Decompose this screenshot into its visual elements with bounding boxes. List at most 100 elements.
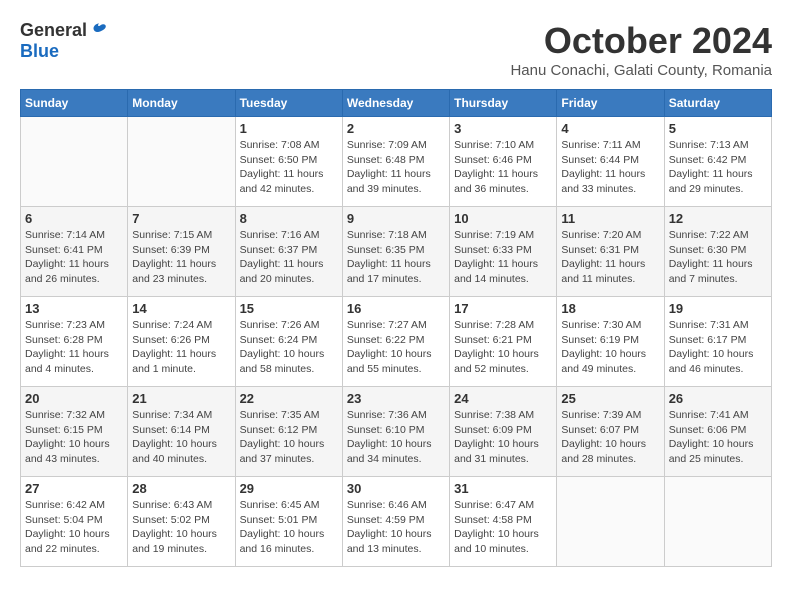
day-number: 28 [132,481,230,496]
day-number: 22 [240,391,338,406]
calendar-cell: 10Sunrise: 7:19 AMSunset: 6:33 PMDayligh… [450,207,557,297]
day-info: Sunrise: 6:45 AMSunset: 5:01 PMDaylight:… [240,498,338,557]
day-number: 26 [669,391,767,406]
day-number: 14 [132,301,230,316]
calendar-cell: 30 Sunrise: 6:46 AMSunset: 4:59 PMDayligh… [342,477,449,567]
page-header: General Blue October 2024 Hanu Conachi, … [20,20,772,79]
day-number: 15 [240,301,338,316]
day-info: Sunrise: 7:23 AMSunset: 6:28 PMDaylight:… [25,318,123,377]
day-info: Sunrise: 7:11 AMSunset: 6:44 PMDaylight:… [561,138,659,197]
day-info: Sunrise: 7:22 AMSunset: 6:30 PMDaylight:… [669,228,767,287]
day-info: Sunrise: 7:34 AMSunset: 6:14 PMDaylight:… [132,408,230,467]
calendar-cell: 8Sunrise: 7:16 AMSunset: 6:37 PMDaylight… [235,207,342,297]
weekday-header-saturday: Saturday [664,90,771,117]
logo-general-text: General [20,20,87,41]
calendar-cell: 4 Sunrise: 7:11 AMSunset: 6:44 PMDaylight… [557,117,664,207]
day-info: Sunrise: 7:27 AMSunset: 6:22 PMDaylight:… [347,318,445,377]
calendar-cell: 26Sunrise: 7:41 AMSunset: 6:06 PMDayligh… [664,387,771,477]
calendar-cell [128,117,235,207]
day-number: 30 [347,481,445,496]
calendar-cell [21,117,128,207]
calendar-cell: 2Sunrise: 7:09 AMSunset: 6:48 PMDaylight… [342,117,449,207]
day-info: Sunrise: 7:08 AMSunset: 6:50 PMDaylight:… [240,138,338,197]
day-number: 6 [25,211,123,226]
calendar-cell: 9 Sunrise: 7:18 AMSunset: 6:35 PMDaylight… [342,207,449,297]
day-number: 5 [669,121,767,136]
calendar-cell: 5 Sunrise: 7:13 AMSunset: 6:42 PMDaylight… [664,117,771,207]
day-info: Sunrise: 7:10 AMSunset: 6:46 PMDaylight:… [454,138,552,197]
weekday-header-wednesday: Wednesday [342,90,449,117]
day-number: 29 [240,481,338,496]
day-number: 13 [25,301,123,316]
day-info: Sunrise: 7:28 AMSunset: 6:21 PMDaylight:… [454,318,552,377]
calendar-cell: 6 Sunrise: 7:14 AMSunset: 6:41 PMDaylight… [21,207,128,297]
weekday-header-friday: Friday [557,90,664,117]
calendar-cell: 3 Sunrise: 7:10 AMSunset: 6:46 PMDaylight… [450,117,557,207]
day-number: 27 [25,481,123,496]
day-number: 19 [669,301,767,316]
calendar-cell: 16 Sunrise: 7:27 AMSunset: 6:22 PMDayligh… [342,297,449,387]
day-number: 11 [561,211,659,226]
day-number: 9 [347,211,445,226]
day-info: Sunrise: 7:24 AMSunset: 6:26 PMDaylight:… [132,318,230,377]
day-info: Sunrise: 6:42 AMSunset: 5:04 PMDaylight:… [25,498,123,557]
logo-blue-text: Blue [20,41,59,62]
calendar-cell: 31Sunrise: 6:47 AMSunset: 4:58 PMDayligh… [450,477,557,567]
location: Hanu Conachi, Galati County, Romania [510,62,772,79]
day-number: 21 [132,391,230,406]
day-number: 31 [454,481,552,496]
day-info: Sunrise: 6:43 AMSunset: 5:02 PMDaylight:… [132,498,230,557]
day-number: 16 [347,301,445,316]
day-number: 17 [454,301,552,316]
calendar-cell: 7 Sunrise: 7:15 AMSunset: 6:39 PMDaylight… [128,207,235,297]
day-info: Sunrise: 7:31 AMSunset: 6:17 PMDaylight:… [669,318,767,377]
day-number: 8 [240,211,338,226]
day-info: Sunrise: 7:15 AMSunset: 6:39 PMDaylight:… [132,228,230,287]
day-info: Sunrise: 6:46 AMSunset: 4:59 PMDaylight:… [347,498,445,557]
calendar-cell: 27 Sunrise: 6:42 AMSunset: 5:04 PMDayligh… [21,477,128,567]
calendar-cell: 14 Sunrise: 7:24 AMSunset: 6:26 PMDayligh… [128,297,235,387]
day-info: Sunrise: 7:13 AMSunset: 6:42 PMDaylight:… [669,138,767,197]
calendar-cell: 1 Sunrise: 7:08 AMSunset: 6:50 PMDaylight… [235,117,342,207]
day-info: Sunrise: 7:14 AMSunset: 6:41 PMDaylight:… [25,228,123,287]
day-info: Sunrise: 7:30 AMSunset: 6:19 PMDaylight:… [561,318,659,377]
week-row-5: 27 Sunrise: 6:42 AMSunset: 5:04 PMDayligh… [21,477,772,567]
day-number: 12 [669,211,767,226]
day-number: 25 [561,391,659,406]
day-info: Sunrise: 7:19 AMSunset: 6:33 PMDaylight:… [454,228,552,287]
calendar-cell: 24Sunrise: 7:38 AMSunset: 6:09 PMDayligh… [450,387,557,477]
calendar-cell: 12 Sunrise: 7:22 AMSunset: 6:30 PMDayligh… [664,207,771,297]
logo: General Blue [20,20,109,62]
day-number: 4 [561,121,659,136]
week-row-4: 20Sunrise: 7:32 AMSunset: 6:15 PMDayligh… [21,387,772,477]
day-info: Sunrise: 7:38 AMSunset: 6:09 PMDaylight:… [454,408,552,467]
week-row-1: 1 Sunrise: 7:08 AMSunset: 6:50 PMDaylight… [21,117,772,207]
day-number: 20 [25,391,123,406]
day-info: Sunrise: 7:36 AMSunset: 6:10 PMDaylight:… [347,408,445,467]
calendar-cell: 17 Sunrise: 7:28 AMSunset: 6:21 PMDayligh… [450,297,557,387]
day-info: Sunrise: 7:09 AMSunset: 6:48 PMDaylight:… [347,138,445,197]
week-row-2: 6 Sunrise: 7:14 AMSunset: 6:41 PMDaylight… [21,207,772,297]
day-info: Sunrise: 7:18 AMSunset: 6:35 PMDaylight:… [347,228,445,287]
calendar-cell: 15 Sunrise: 7:26 AMSunset: 6:24 PMDayligh… [235,297,342,387]
calendar-cell: 28 Sunrise: 6:43 AMSunset: 5:02 PMDayligh… [128,477,235,567]
calendar-cell: 11Sunrise: 7:20 AMSunset: 6:31 PMDayligh… [557,207,664,297]
day-number: 23 [347,391,445,406]
calendar-cell: 25Sunrise: 7:39 AMSunset: 6:07 PMDayligh… [557,387,664,477]
day-number: 18 [561,301,659,316]
day-number: 7 [132,211,230,226]
calendar-cell: 20Sunrise: 7:32 AMSunset: 6:15 PMDayligh… [21,387,128,477]
weekday-header-tuesday: Tuesday [235,90,342,117]
logo-bird-icon [89,21,109,41]
month-title: October 2024 [510,20,772,62]
day-info: Sunrise: 7:26 AMSunset: 6:24 PMDaylight:… [240,318,338,377]
calendar-cell [664,477,771,567]
day-number: 1 [240,121,338,136]
weekday-header-row: SundayMondayTuesdayWednesdayThursdayFrid… [21,90,772,117]
day-info: Sunrise: 7:35 AMSunset: 6:12 PMDaylight:… [240,408,338,467]
day-number: 3 [454,121,552,136]
calendar-cell: 29 Sunrise: 6:45 AMSunset: 5:01 PMDayligh… [235,477,342,567]
calendar-cell: 13 Sunrise: 7:23 AMSunset: 6:28 PMDayligh… [21,297,128,387]
weekday-header-thursday: Thursday [450,90,557,117]
title-section: October 2024 Hanu Conachi, Galati County… [510,20,772,79]
